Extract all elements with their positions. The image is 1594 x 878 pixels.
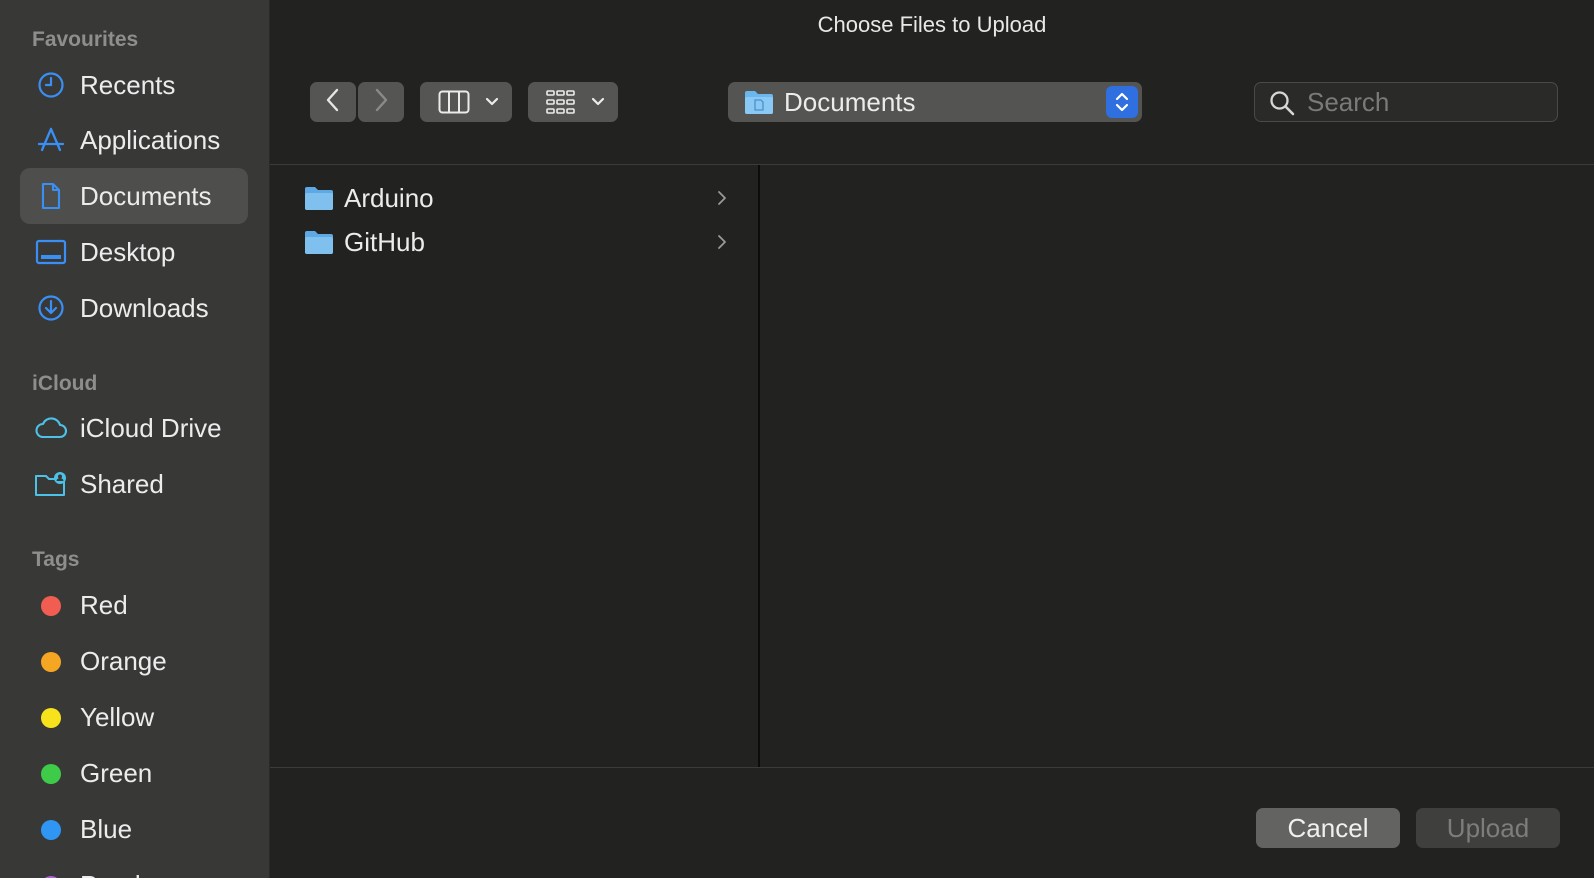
sidebar-tag-blue[interactable]: Blue (20, 801, 248, 857)
sidebar-item-shared[interactable]: Shared (20, 456, 248, 512)
documents-folder-icon (744, 88, 774, 121)
sidebar-item-recents[interactable]: Recents (20, 57, 248, 113)
download-icon (34, 294, 68, 322)
columns-view-icon (438, 90, 470, 119)
sidebar-item-applications[interactable]: Applications (20, 112, 248, 168)
chevron-left-icon (325, 87, 341, 118)
chevron-right-icon (373, 87, 389, 118)
folder-icon (304, 185, 334, 216)
applications-icon (34, 126, 68, 154)
chevron-down-icon (590, 94, 606, 115)
file-row-github[interactable]: GitHub (270, 221, 758, 265)
back-button[interactable] (310, 82, 356, 122)
location-label: Documents (784, 87, 916, 117)
sidebar-tag-orange[interactable]: Orange (20, 633, 248, 689)
file-row-arduino[interactable]: Arduino (270, 177, 758, 221)
sidebar-item-label: Orange (80, 645, 167, 676)
upload-button[interactable]: Upload (1416, 808, 1560, 848)
sidebar-item-label: Recents (80, 69, 176, 100)
desktop-icon (34, 238, 68, 266)
sidebar-item-label: Documents (80, 180, 212, 211)
tag-color-dot (41, 652, 61, 672)
file-name: GitHub (344, 227, 425, 257)
shared-folder-icon (34, 470, 68, 498)
group-by-button[interactable] (528, 82, 618, 122)
grid-icon (546, 90, 576, 119)
favourites-section-title: Favourites (32, 28, 139, 51)
clock-icon (34, 71, 68, 99)
sidebar-item-label: Green (80, 757, 153, 788)
location-popup[interactable]: Documents (728, 82, 1142, 122)
view-mode-button[interactable] (420, 82, 512, 122)
sidebar-item-label: Applications (80, 124, 221, 155)
sidebar-tag-green[interactable]: Green (20, 745, 248, 801)
icloud-section-title: iCloud (32, 372, 98, 395)
chevron-right-icon (716, 233, 728, 256)
sidebar-item-documents[interactable]: Documents (20, 168, 248, 224)
forward-button[interactable] (358, 82, 404, 122)
sidebar-item-label: Red (80, 589, 128, 620)
sidebar-item-label: Downloads (80, 292, 209, 323)
sidebar-item-label: Desktop (80, 236, 176, 267)
window-title: Choose Files to Upload (817, 12, 1047, 37)
chevron-down-icon (484, 94, 500, 115)
sidebar-item-label: Purple (80, 870, 155, 878)
file-column: Arduino GitHub (270, 165, 758, 767)
search-field[interactable] (1254, 82, 1558, 122)
sidebar-tag-red[interactable]: Red (20, 577, 248, 633)
document-icon (34, 182, 68, 210)
tag-color-dot (41, 820, 61, 840)
sidebar-item-label: Yellow (80, 701, 155, 732)
sidebar-item-icloud-drive[interactable]: iCloud Drive (20, 400, 248, 456)
tag-color-dot (41, 596, 61, 616)
sidebar: Favourites Recents Applications Document… (0, 0, 270, 878)
search-input[interactable] (1307, 87, 1547, 117)
search-icon (1269, 90, 1295, 121)
tags-section-title: Tags (32, 548, 80, 571)
cloud-icon (34, 414, 68, 442)
sidebar-item-label: Shared (80, 468, 164, 499)
sidebar-tag-yellow[interactable]: Yellow (20, 689, 248, 745)
sidebar-tag-purple[interactable]: Purple (20, 857, 248, 878)
sidebar-item-label: Blue (80, 813, 133, 844)
tag-color-dot (41, 764, 61, 784)
sidebar-item-downloads[interactable]: Downloads (20, 280, 248, 336)
empty-column (760, 165, 1594, 767)
bottom-divider (270, 767, 1594, 768)
cancel-button[interactable]: Cancel (1256, 808, 1400, 848)
folder-icon (304, 229, 334, 260)
updown-chevron-icon (1106, 86, 1138, 118)
sidebar-item-desktop[interactable]: Desktop (20, 224, 248, 280)
tag-color-dot (41, 708, 61, 728)
sidebar-item-label: iCloud Drive (80, 412, 222, 443)
file-name: Arduino (344, 183, 434, 213)
chevron-right-icon (716, 189, 728, 212)
